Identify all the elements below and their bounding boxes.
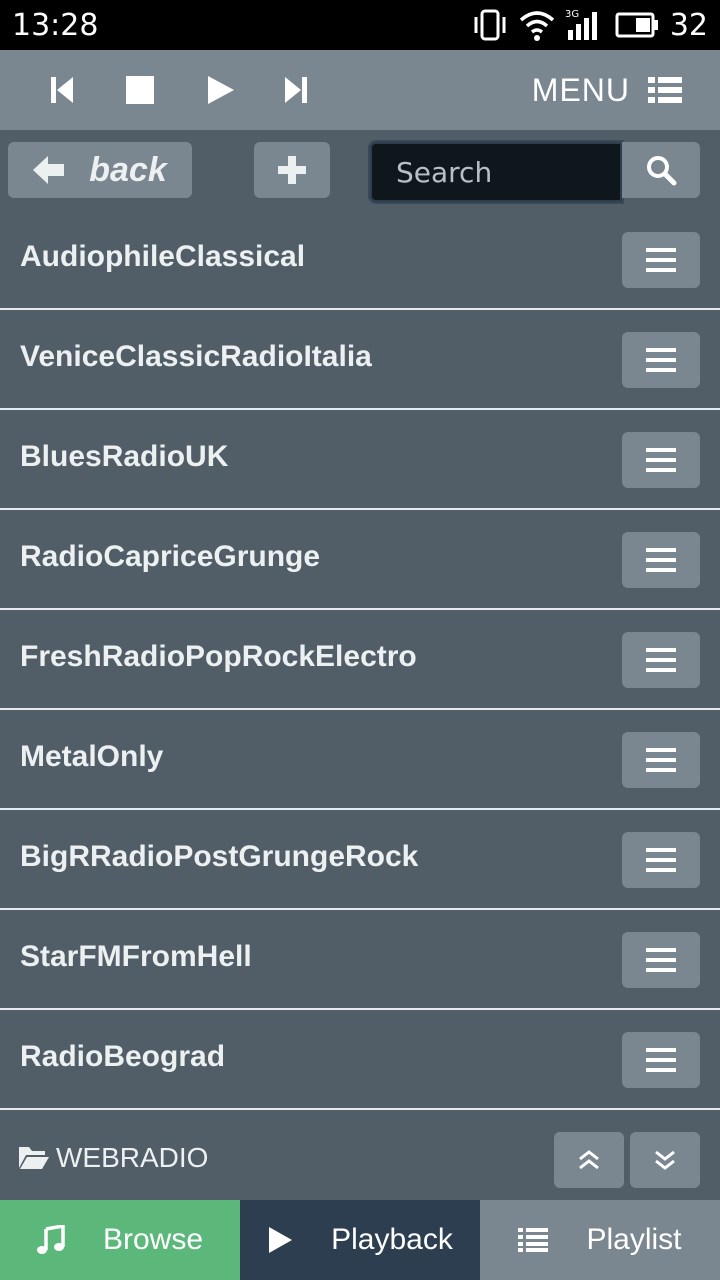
station-name: MetalOnly: [20, 740, 164, 773]
browse-toolbar: back: [0, 130, 720, 210]
stop-button[interactable]: [120, 70, 160, 110]
item-menu-button[interactable]: [622, 432, 700, 488]
search-button[interactable]: [622, 142, 700, 198]
list-item[interactable]: VeniceClassicRadioItalia: [0, 310, 720, 410]
hamburger-icon: [646, 248, 676, 272]
hamburger-icon: [646, 348, 676, 372]
item-menu-button[interactable]: [622, 1032, 700, 1088]
back-button[interactable]: back: [8, 142, 192, 198]
station-name: BluesRadioUK: [20, 440, 229, 473]
item-menu-button[interactable]: [622, 732, 700, 788]
list-item[interactable]: AudiophileClassical: [0, 210, 720, 310]
hamburger-icon: [646, 1048, 676, 1072]
search-field[interactable]: [370, 142, 622, 202]
battery-icon: [614, 8, 662, 47]
play-icon: [269, 1227, 293, 1253]
hamburger-icon: [646, 948, 676, 972]
folder-label: WEBRADIO: [56, 1142, 209, 1173]
bottom-nav: Browse Playback Playlist: [0, 1200, 720, 1280]
wifi-icon: [518, 8, 556, 47]
station-name: AudiophileClassical: [20, 240, 306, 273]
station-name: FreshRadioPopRockElectro: [20, 640, 417, 673]
music-note-icon: [36, 1225, 65, 1254]
hamburger-icon: [646, 848, 676, 872]
scroll-top-button[interactable]: [554, 1132, 624, 1188]
item-menu-button[interactable]: [622, 332, 700, 388]
play-button[interactable]: [200, 70, 240, 110]
stop-icon: [126, 76, 154, 104]
item-menu-button[interactable]: [622, 232, 700, 288]
hamburger-icon: [646, 748, 676, 772]
station-list: AudiophileClassical VeniceClassicRadioIt…: [0, 210, 720, 1110]
network-type: 3G: [565, 9, 579, 20]
station-name: RadioBeograd: [20, 1040, 226, 1073]
menu-button[interactable]: MENU: [532, 70, 682, 110]
arrow-left-icon: [33, 156, 65, 184]
list-item[interactable]: StarFMFromHell: [0, 910, 720, 1010]
folder-open-icon: [18, 1144, 50, 1175]
vibrate-icon: [472, 8, 508, 47]
list-item[interactable]: BigRRadioPostGrungeRock: [0, 810, 720, 910]
play-icon: [208, 76, 234, 104]
item-menu-button[interactable]: [622, 632, 700, 688]
search-icon: [647, 156, 677, 186]
status-time: 13:28: [12, 8, 99, 43]
item-menu-button[interactable]: [622, 532, 700, 588]
signal-3g-icon: 3G: [564, 8, 604, 47]
back-label: back: [89, 150, 167, 189]
list-icon: [648, 77, 682, 103]
add-button[interactable]: [254, 142, 330, 198]
list-icon: [518, 1228, 549, 1252]
double-chevron-down-icon: [655, 1150, 675, 1170]
station-name: BigRRadioPostGrungeRock: [20, 840, 419, 873]
list-item[interactable]: BluesRadioUK: [0, 410, 720, 510]
search-input[interactable]: [372, 144, 620, 200]
tab-playback-label: Playback: [331, 1223, 453, 1256]
scroll-bottom-button[interactable]: [630, 1132, 700, 1188]
station-name: RadioCapriceGrunge: [20, 540, 321, 573]
status-bar: 13:28 3G 32: [0, 0, 720, 50]
list-item[interactable]: RadioBeograd: [0, 1010, 720, 1110]
station-name: StarFMFromHell: [20, 940, 252, 973]
hamburger-icon: [646, 548, 676, 572]
folder-breadcrumb: WEBRADIO: [0, 1110, 720, 1200]
plus-icon: [278, 156, 306, 184]
battery-level: 32: [669, 8, 708, 43]
hamburger-icon: [646, 648, 676, 672]
tab-browse-label: Browse: [102, 1223, 204, 1256]
station-name: VeniceClassicRadioItalia: [20, 340, 372, 373]
item-menu-button[interactable]: [622, 832, 700, 888]
skip-previous-icon: [51, 77, 73, 103]
item-menu-button[interactable]: [622, 932, 700, 988]
skip-next-icon: [285, 77, 307, 103]
double-chevron-up-icon: [579, 1150, 599, 1170]
previous-button[interactable]: [42, 70, 82, 110]
next-button[interactable]: [276, 70, 316, 110]
hamburger-icon: [646, 448, 676, 472]
tab-playback[interactable]: Playback: [240, 1200, 480, 1280]
tab-playlist[interactable]: Playlist: [480, 1200, 720, 1280]
tab-playlist-label: Playlist: [586, 1223, 682, 1256]
list-item[interactable]: RadioCapriceGrunge: [0, 510, 720, 610]
list-item[interactable]: FreshRadioPopRockElectro: [0, 610, 720, 710]
list-item[interactable]: MetalOnly: [0, 710, 720, 810]
tab-browse[interactable]: Browse: [0, 1200, 240, 1280]
menu-label: MENU: [531, 71, 630, 108]
player-bar: MENU: [0, 50, 720, 130]
